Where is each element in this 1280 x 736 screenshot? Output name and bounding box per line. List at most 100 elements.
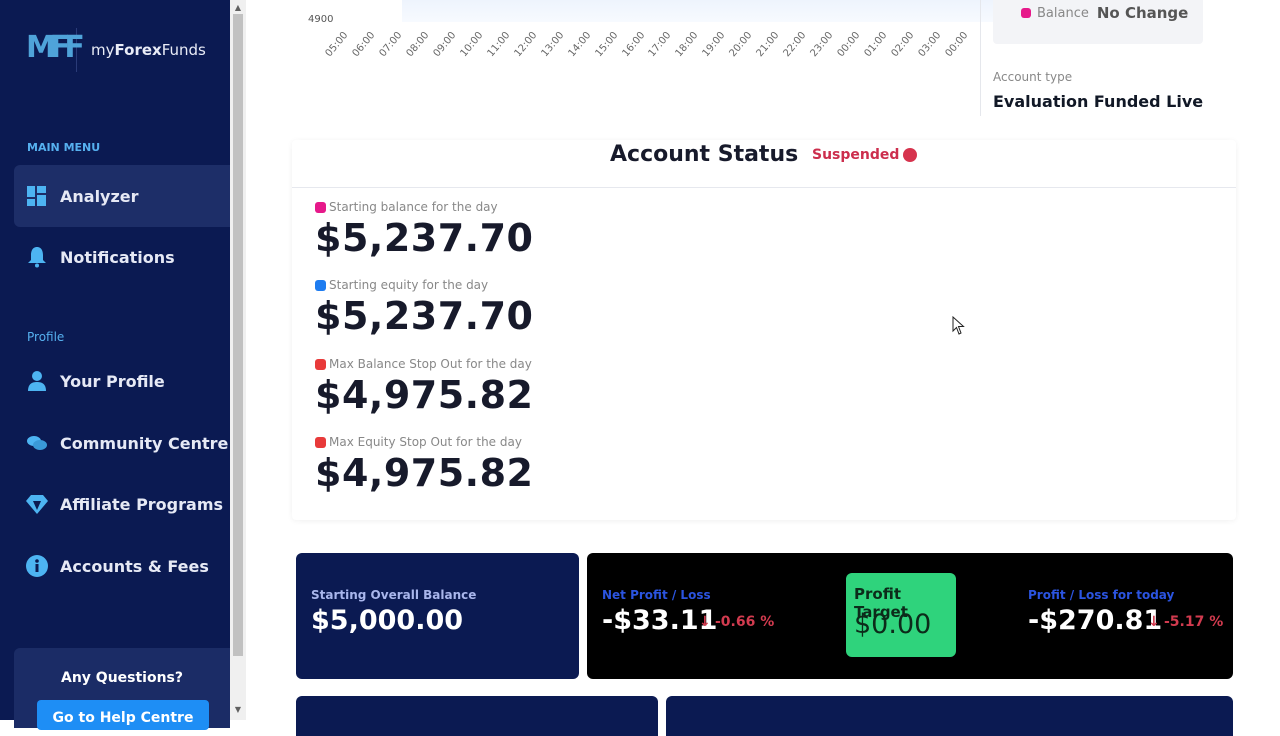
account-type-label: Account type — [993, 70, 1073, 84]
down-arrow-icon: ↓ — [1148, 614, 1160, 630]
kpi-value: $5,000.00 — [311, 605, 464, 636]
x-tick: 01:00 — [862, 30, 890, 60]
x-tick: 13:00 — [539, 30, 567, 60]
bottom-card — [296, 696, 658, 736]
info-icon — [26, 555, 48, 577]
x-tick: 23:00 — [808, 30, 836, 60]
stat-label: Starting equity for the day — [329, 278, 489, 292]
stat-starting-balance: Starting balance for the day $5,237.70 — [315, 200, 533, 260]
today-pl-delta: -5.17 % — [1164, 614, 1224, 630]
status-text: Suspended — [812, 147, 900, 163]
sidebar: MFF myForexFunds MAIN MENU Analyzer Noti… — [0, 0, 230, 730]
swatch-icon — [315, 436, 326, 448]
sidebar-item-label: Community Centre — [60, 433, 229, 453]
balance-chart: 4900 05:00 06:00 07:00 08:00 09:00 10:00 11:00… — [306, 0, 1018, 80]
sidebar-item-label: Affiliate Programs — [60, 494, 224, 514]
help-title: Any Questions? — [60, 670, 184, 686]
y-tick: 4900 — [308, 14, 334, 25]
x-tick: 22:00 — [781, 30, 809, 60]
x-tick: 14:00 — [566, 30, 594, 60]
profit-target-box: Profit Target $0.00 — [846, 573, 956, 657]
sidebar-item-label: Notifications — [60, 247, 175, 267]
sidebar-item-analyzer[interactable]: Analyzer — [14, 165, 230, 227]
help-centre-button[interactable]: Go to Help Centre — [37, 700, 209, 730]
sidebar-item-label: Analyzer — [60, 186, 139, 206]
down-arrow-icon: ↓ — [699, 614, 711, 630]
x-tick: 18:00 — [673, 30, 701, 60]
scrollbar-thumb[interactable] — [233, 14, 243, 656]
logo-mark-icon: MFF — [26, 30, 85, 65]
account-status-title: Account Status — [610, 142, 799, 167]
stat-value: $5,237.70 — [315, 294, 534, 338]
bottom-card — [666, 696, 1233, 736]
today-pl-value: -$270.81 — [1028, 605, 1163, 636]
stat-max-equity-stop-out: Max Equity Stop Out for the day $4,975.8… — [315, 435, 533, 495]
scroll-down-arrow-icon[interactable]: ▼ — [233, 705, 243, 715]
starting-overall-balance-card: Starting Overall Balance $5,000.00 — [296, 553, 579, 679]
x-tick: 05:00 — [323, 30, 351, 60]
profit-loss-card: Net Profit / Loss -$33.11 ↓ -0.66 % Prof… — [587, 553, 1233, 679]
right-panel: Balance No Change Account type Evaluatio… — [980, 0, 1280, 116]
brand-logo[interactable]: MFF myForexFunds — [26, 28, 206, 72]
net-pl-delta: -0.66 % — [715, 614, 775, 630]
x-tick: 00:00 — [835, 30, 863, 60]
stat-value: $4,975.82 — [315, 373, 534, 417]
x-tick: 08:00 — [404, 30, 432, 60]
account-type-value: Evaluation Funded Live — [993, 92, 1204, 111]
mouse-cursor-icon — [952, 316, 965, 335]
swatch-icon — [315, 358, 326, 370]
sidebar-item-label: Accounts & Fees — [60, 556, 209, 576]
sidebar-item-community-centre[interactable]: Community Centre — [14, 412, 230, 474]
swatch-icon — [315, 201, 326, 213]
x-tick: 17:00 — [646, 30, 674, 60]
stat-label: Max Balance Stop Out for the day — [329, 357, 532, 371]
legend-label: Balance — [1037, 5, 1089, 21]
x-tick: 21:00 — [754, 30, 782, 60]
dashboard-icon — [26, 185, 48, 207]
stat-value: $4,975.82 — [315, 451, 534, 495]
scrollbar[interactable]: ▲ ▼ — [230, 0, 246, 720]
main-content: 4900 05:00 06:00 07:00 08:00 09:00 10:00 11:00… — [246, 0, 1280, 736]
account-status-header: Account Status Suspended — [292, 140, 1236, 188]
sidebar-item-affiliate-programs[interactable]: Affiliate Programs — [14, 473, 230, 535]
swatch-icon — [315, 279, 326, 291]
x-tick: 15:00 — [593, 30, 620, 60]
legend-item[interactable]: Balance No Change — [1021, 4, 1188, 22]
kpi-label: Profit / Loss for today — [1028, 588, 1175, 602]
diamond-icon — [26, 493, 48, 515]
sidebar-item-notifications[interactable]: Notifications — [14, 226, 230, 288]
main-menu-heading: MAIN MENU — [27, 141, 101, 154]
x-tick: 19:00 — [700, 30, 728, 60]
x-tick: 07:00 — [377, 30, 405, 60]
bell-icon — [26, 246, 48, 268]
x-tick: 10:00 — [458, 30, 486, 60]
brand-name: myForexFunds — [91, 41, 206, 59]
x-tick: 12:00 — [512, 30, 540, 60]
legend-swatch — [1021, 8, 1031, 18]
x-tick: 00:00 — [943, 30, 971, 60]
x-tick: 11:00 — [485, 30, 513, 60]
x-tick: 16:00 — [619, 30, 647, 60]
status-badge: Suspended — [812, 147, 918, 163]
user-icon — [26, 370, 48, 392]
x-tick: 06:00 — [350, 30, 378, 60]
chart-area-fill — [402, 0, 1018, 22]
sidebar-item-label: Your Profile — [60, 371, 165, 391]
stat-label: Max Equity Stop Out for the day — [329, 435, 522, 449]
profit-target-value: $0.00 — [854, 609, 932, 640]
scroll-up-arrow-icon[interactable]: ▲ — [233, 3, 243, 13]
x-tick: 20:00 — [727, 30, 755, 60]
sidebar-item-your-profile[interactable]: Your Profile — [14, 350, 230, 412]
stat-label: Starting balance for the day — [329, 200, 498, 214]
x-tick: 09:00 — [431, 30, 459, 60]
x-tick: 02:00 — [889, 30, 917, 60]
stat-value: $5,237.70 — [315, 216, 534, 260]
account-status-card: Account Status Suspended Starting balanc… — [292, 140, 1236, 520]
sidebar-item-accounts-fees[interactable]: Accounts & Fees — [14, 535, 230, 597]
stat-max-balance-stop-out: Max Balance Stop Out for the day $4,975.… — [315, 357, 533, 417]
stat-starting-equity: Starting equity for the day $5,237.70 — [315, 278, 533, 338]
help-box: Any Questions? Go to Help Centre — [14, 648, 230, 730]
kpi-label: Starting Overall Balance — [311, 588, 477, 602]
legend-value: No Change — [1096, 4, 1189, 22]
chat-icon — [26, 432, 48, 454]
